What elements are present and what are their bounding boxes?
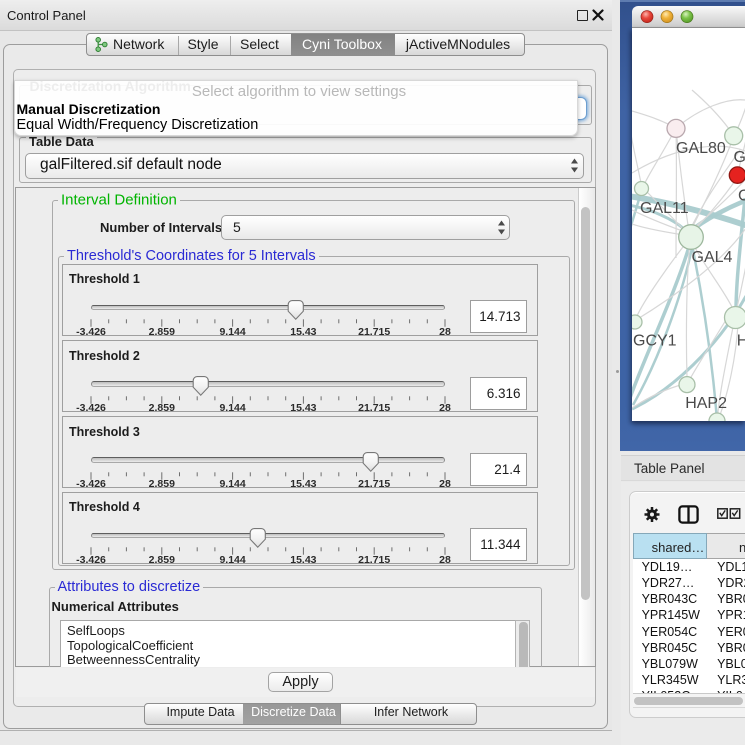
svg-text:GAL11: GAL11 [640, 200, 689, 217]
svg-text:CDC3: CDC3 [738, 188, 745, 205]
svg-text:HAP2: HAP2 [685, 395, 727, 412]
svg-text:GCY1: GCY1 [633, 333, 677, 350]
svg-text:GAL7: GAL7 [734, 149, 745, 166]
svg-text:HIS4: HIS4 [737, 333, 745, 350]
svg-text:GAL80: GAL80 [676, 140, 726, 157]
svg-text:GAL4: GAL4 [692, 249, 733, 266]
